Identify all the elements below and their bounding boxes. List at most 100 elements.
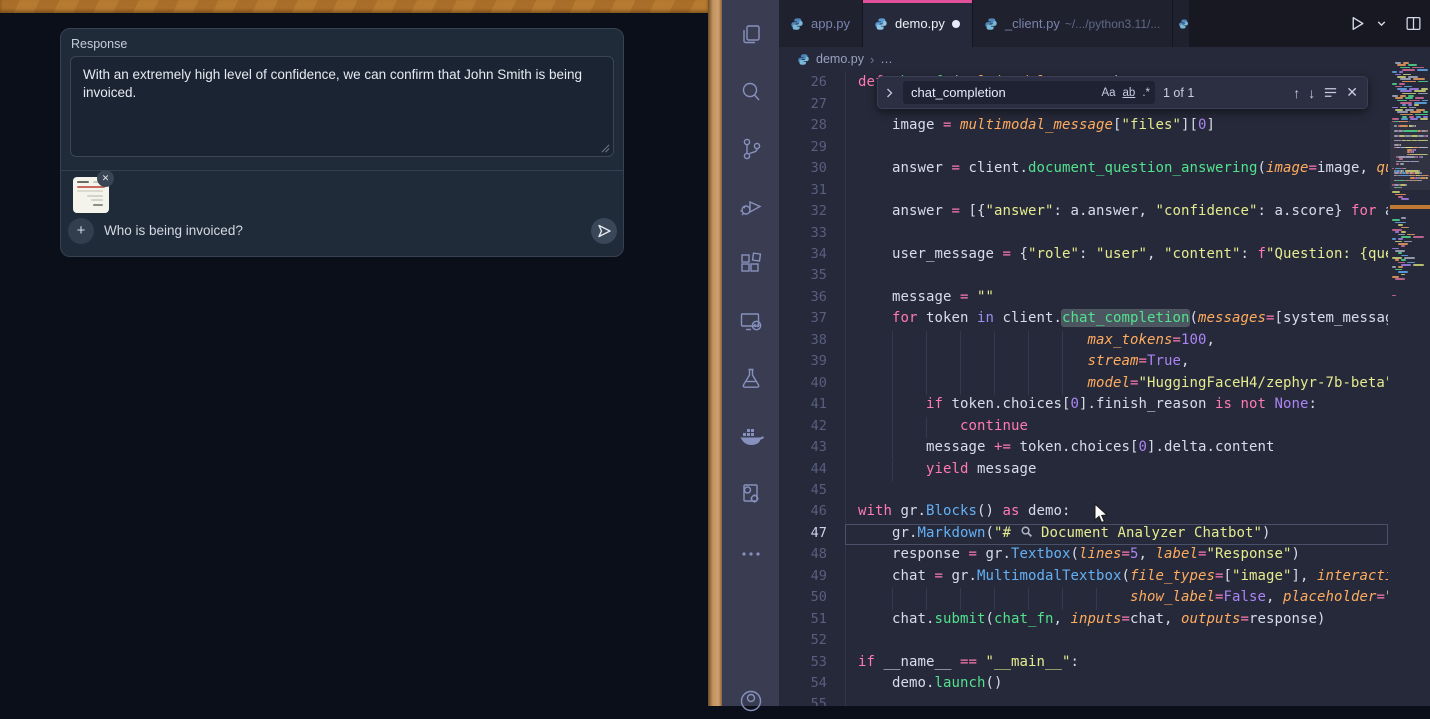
line-number: 54 <box>779 675 827 691</box>
code-line-33[interactable]: 33 <box>779 224 1388 245</box>
python-icon <box>874 17 888 31</box>
breadcrumb-file[interactable]: demo.py <box>816 52 864 66</box>
split-editor-button[interactable] <box>1405 15 1422 32</box>
line-number: 27 <box>779 96 827 112</box>
search-icon[interactable] <box>738 79 764 105</box>
code-line-41[interactable]: 41 if token.choices[0].finish_reason is … <box>779 395 1388 416</box>
code-line-36[interactable]: 36 message = "" <box>779 288 1388 309</box>
code-line-52[interactable]: 52 <box>779 631 1388 652</box>
line-number: 29 <box>779 139 827 155</box>
code-line-54[interactable]: 54 demo.launch() <box>779 674 1388 695</box>
line-number: 41 <box>779 396 827 412</box>
code-line-55[interactable]: 55 <box>779 695 1388 706</box>
code-line-51[interactable]: 51 chat.submit(chat_fn, inputs=chat, out… <box>779 610 1388 631</box>
code-line-31[interactable]: 31 <box>779 181 1388 202</box>
explorer-icon[interactable] <box>738 22 764 48</box>
tab-client-py[interactable]: _client.py ~/.../python3.11/... <box>973 0 1173 47</box>
upload-file-button[interactable]: + <box>68 218 94 244</box>
docker-icon[interactable] <box>738 424 764 450</box>
find-close-button[interactable]: ✕ <box>1346 84 1358 101</box>
line-number: 35 <box>779 267 827 283</box>
find-next-button[interactable]: ↓ <box>1308 85 1315 101</box>
whole-word-toggle[interactable]: ab <box>1123 87 1136 99</box>
line-number: 48 <box>779 546 827 562</box>
minimap[interactable] <box>1390 60 1430 706</box>
code-line-45[interactable]: 45 <box>779 481 1388 502</box>
python-icon <box>1178 17 1189 31</box>
code-line-42[interactable]: 42 continue <box>779 417 1388 438</box>
editor-actions <box>1189 0 1430 47</box>
remote-explorer-icon[interactable] <box>738 309 764 335</box>
find-input[interactable]: chat_completion Aa ab .* <box>903 81 1155 104</box>
code-line-37[interactable]: 37 for token in client.chat_completion(m… <box>779 309 1388 330</box>
account-icon[interactable] <box>738 688 764 714</box>
toggle-replace-chevron-icon[interactable] <box>884 86 895 100</box>
line-number: 32 <box>779 203 827 219</box>
code-line-29[interactable]: 29 <box>779 138 1388 159</box>
find-match-count: 1 of 1 <box>1163 86 1285 100</box>
line-number: 52 <box>779 632 827 648</box>
tab-demo-py[interactable]: demo.py <box>863 0 973 47</box>
find-widget: chat_completion Aa ab .* 1 of 1 ↑ ↓ ✕ <box>877 76 1368 109</box>
code-line-44[interactable]: 44 yield message <box>779 460 1388 481</box>
tab-hidden-sliver[interactable] <box>1173 0 1189 47</box>
code-line-53[interactable]: 53if __name__ == "__main__": <box>779 653 1388 674</box>
response-textarea[interactable]: With an extremely high level of confiden… <box>70 56 614 157</box>
code-editor[interactable]: 26def chat_fn(multimodal_message):2728 i… <box>779 71 1388 706</box>
line-number: 46 <box>779 503 827 519</box>
code-line-38[interactable]: 38 max_tokens=100, <box>779 331 1388 352</box>
code-line-49[interactable]: 49 chat = gr.MultimodalTextbox(file_type… <box>779 567 1388 588</box>
code-line-28[interactable]: 28 image = multimodal_message["files"][0… <box>779 116 1388 137</box>
code-line-35[interactable]: 35 <box>779 266 1388 287</box>
line-number: 28 <box>779 117 827 133</box>
python-icon <box>790 17 804 31</box>
code-line-34[interactable]: 34 user_message = {"role": "user", "cont… <box>779 245 1388 266</box>
breadcrumb[interactable]: demo.py › … <box>779 47 1430 71</box>
line-number: 26 <box>779 74 827 90</box>
resize-handle-icon[interactable] <box>601 144 610 153</box>
find-query[interactable]: chat_completion <box>911 85 1094 100</box>
config-file-icon[interactable] <box>738 481 764 507</box>
code-line-43[interactable]: 43 message += token.choices[0].delta.con… <box>779 438 1388 459</box>
code-line-50[interactable]: 50 show_label=False, placeholder="Upload… <box>779 588 1388 609</box>
tab-app-py[interactable]: app.py <box>779 0 863 47</box>
match-case-toggle[interactable]: Aa <box>1101 87 1115 99</box>
tab-label: _client.py <box>1005 16 1060 31</box>
run-debug-icon[interactable] <box>738 193 764 219</box>
line-number: 40 <box>779 375 827 391</box>
vscode-editor-region: app.py demo.py _client.py ~/.../python3.… <box>779 0 1430 706</box>
line-number: 47 <box>779 525 827 541</box>
breadcrumb-symbol[interactable]: … <box>880 52 893 66</box>
send-button[interactable] <box>591 218 617 244</box>
response-text: With an extremely high level of confiden… <box>83 67 582 100</box>
find-previous-button[interactable]: ↑ <box>1293 85 1300 101</box>
code-line-46[interactable]: 46with gr.Blocks() as demo: <box>779 502 1388 523</box>
chat-input[interactable]: Who is being invoiced? <box>104 223 243 238</box>
line-number: 53 <box>779 654 827 670</box>
line-number: 34 <box>779 246 827 262</box>
run-file-button[interactable] <box>1349 15 1366 32</box>
code-line-30[interactable]: 30 answer = client.document_question_ans… <box>779 159 1388 180</box>
more-views-icon[interactable] <box>738 541 764 567</box>
code-line-47[interactable]: 47 gr.Markdown("# Document Analyzer Chat… <box>779 524 1388 545</box>
testing-icon[interactable] <box>738 365 764 391</box>
line-number: 42 <box>779 418 827 434</box>
code-line-40[interactable]: 40 model="HuggingFaceH4/zephyr-7b-beta")… <box>779 374 1388 395</box>
send-icon <box>591 218 617 244</box>
code-line-32[interactable]: 32 answer = [{"answer": a.answer, "confi… <box>779 202 1388 223</box>
code-line-39[interactable]: 39 stream=True, <box>779 352 1388 373</box>
line-number: 55 <box>779 696 827 706</box>
line-number: 31 <box>779 182 827 198</box>
find-in-selection-button[interactable] <box>1323 85 1338 100</box>
run-dropdown-chevron-icon[interactable] <box>1376 18 1387 29</box>
gradio-card: Response With an extremely high level of… <box>60 28 624 257</box>
line-number: 43 <box>779 439 827 455</box>
remove-file-button[interactable]: ✕ <box>97 170 114 187</box>
line-number: 33 <box>779 225 827 241</box>
code-line-48[interactable]: 48 response = gr.Textbox(lines=5, label=… <box>779 545 1388 566</box>
regex-toggle[interactable]: .* <box>1142 87 1150 99</box>
extensions-icon[interactable] <box>738 250 764 276</box>
gradio-page: Response With an extremely high level of… <box>0 13 708 706</box>
dirty-dot-icon[interactable] <box>952 20 960 28</box>
source-control-icon[interactable] <box>738 136 764 162</box>
